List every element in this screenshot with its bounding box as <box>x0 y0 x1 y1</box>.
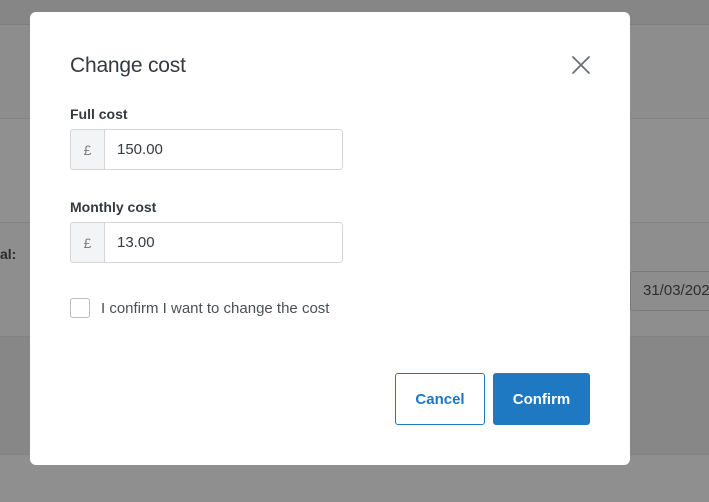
close-button[interactable] <box>570 54 592 76</box>
full-cost-field: £ <box>70 129 343 170</box>
currency-prefix: £ <box>71 130 105 169</box>
confirm-change-checkbox[interactable] <box>70 298 90 318</box>
confirm-button[interactable]: Confirm <box>493 373 590 425</box>
background-date-field: 31/03/2024 <box>630 271 709 311</box>
confirm-change-row[interactable]: I confirm I want to change the cost <box>70 298 329 318</box>
full-cost-label: Full cost <box>70 106 128 122</box>
background-field-label: al: <box>0 246 17 262</box>
change-cost-dialog: Change cost Full cost £ Monthly cost £ I… <box>30 12 630 465</box>
close-icon <box>572 56 590 74</box>
confirm-change-label: I confirm I want to change the cost <box>101 299 330 317</box>
dialog-title: Change cost <box>70 54 186 77</box>
monthly-cost-field: £ <box>70 222 343 263</box>
full-cost-input[interactable] <box>105 130 342 169</box>
monthly-cost-label: Monthly cost <box>70 199 157 215</box>
currency-prefix: £ <box>71 223 105 262</box>
monthly-cost-input[interactable] <box>105 223 342 262</box>
cancel-button[interactable]: Cancel <box>395 373 485 425</box>
